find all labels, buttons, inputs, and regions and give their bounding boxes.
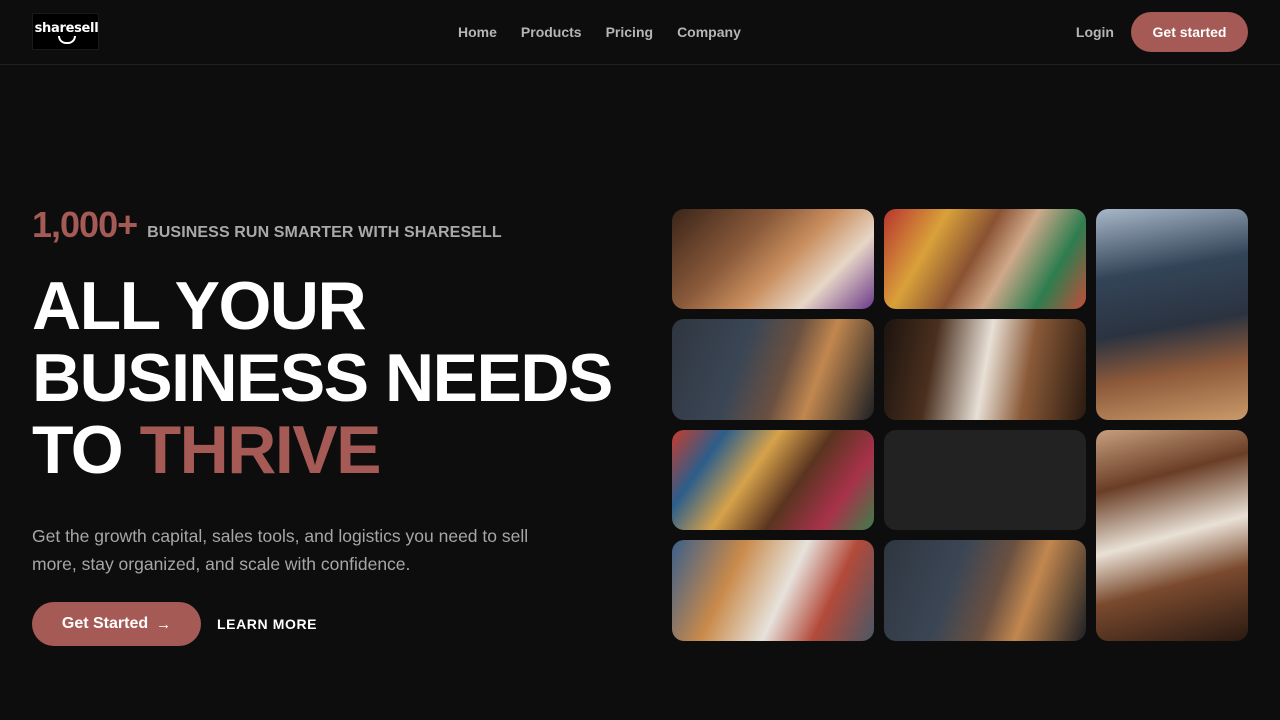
logo-smile-icon: [58, 36, 76, 44]
arrow-right-icon: →: [156, 615, 172, 633]
nav-home[interactable]: Home: [458, 24, 497, 40]
gallery-photo: [1096, 209, 1248, 420]
hero-headline: ALL YOUR BUSINESS NEEDS TO THRIVE: [32, 268, 613, 488]
gallery-photo: [672, 430, 874, 530]
gallery-photo: [884, 209, 1086, 309]
gallery-photo: [672, 209, 874, 309]
sharesell-logo[interactable]: sharesell: [32, 13, 99, 50]
gallery-placeholder: [884, 430, 1086, 530]
gallery-photo: [884, 319, 1086, 420]
gallery-photo: [672, 540, 874, 641]
headline-accent: THRIVE: [139, 412, 382, 488]
logo-text: sharesell: [34, 21, 99, 36]
gallery-photo: [1096, 430, 1248, 641]
get-started-button[interactable]: Get Started →: [32, 602, 201, 646]
stat-number: 1,000+: [32, 204, 138, 245]
site-header: sharesell Home Products Pricing Company …: [0, 0, 1280, 65]
gallery-photo: [672, 319, 874, 420]
headline-line-3: TO: [32, 412, 140, 488]
learn-more-link[interactable]: LEARN MORE: [217, 616, 317, 632]
hero-subtitle: Get the growth capital, sales tools, and…: [32, 526, 529, 574]
nav-company[interactable]: Company: [677, 24, 741, 40]
main-nav: Home Products Pricing Company: [458, 24, 765, 40]
nav-pricing[interactable]: Pricing: [606, 24, 653, 40]
nav-products[interactable]: Products: [521, 24, 582, 40]
get-started-label: Get Started: [61, 615, 149, 632]
headline-line-1: ALL YOUR: [32, 268, 367, 344]
login-link[interactable]: Login: [1076, 24, 1114, 40]
stat-row: 1,000+ BUSINESS RUN SMARTER WITH SHARESE…: [32, 204, 502, 246]
headline-line-2: BUSINESS NEEDS: [32, 340, 613, 416]
gallery-photo: [884, 540, 1086, 641]
stat-label: BUSINESS RUN SMARTER WITH SHARESELL: [147, 224, 502, 241]
get-started-header-button[interactable]: Get started: [1131, 12, 1248, 52]
